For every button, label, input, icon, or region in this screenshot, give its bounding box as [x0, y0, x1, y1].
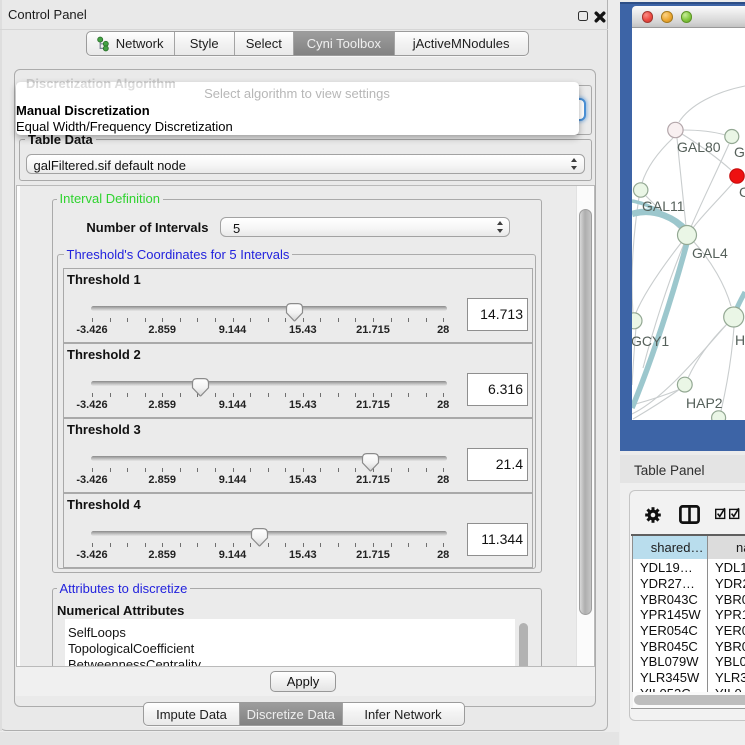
svg-text:HAP2: HAP2	[686, 395, 723, 411]
svg-text:GAL80: GAL80	[677, 139, 721, 155]
svg-text:C: C	[739, 184, 745, 200]
svg-text:GAL11: GAL11	[642, 198, 685, 214]
svg-text:GCY1: GCY1	[632, 333, 669, 349]
svg-text:GAL4: GAL4	[692, 245, 728, 261]
svg-text:H: H	[735, 332, 745, 348]
svg-text:GA: GA	[734, 144, 745, 160]
